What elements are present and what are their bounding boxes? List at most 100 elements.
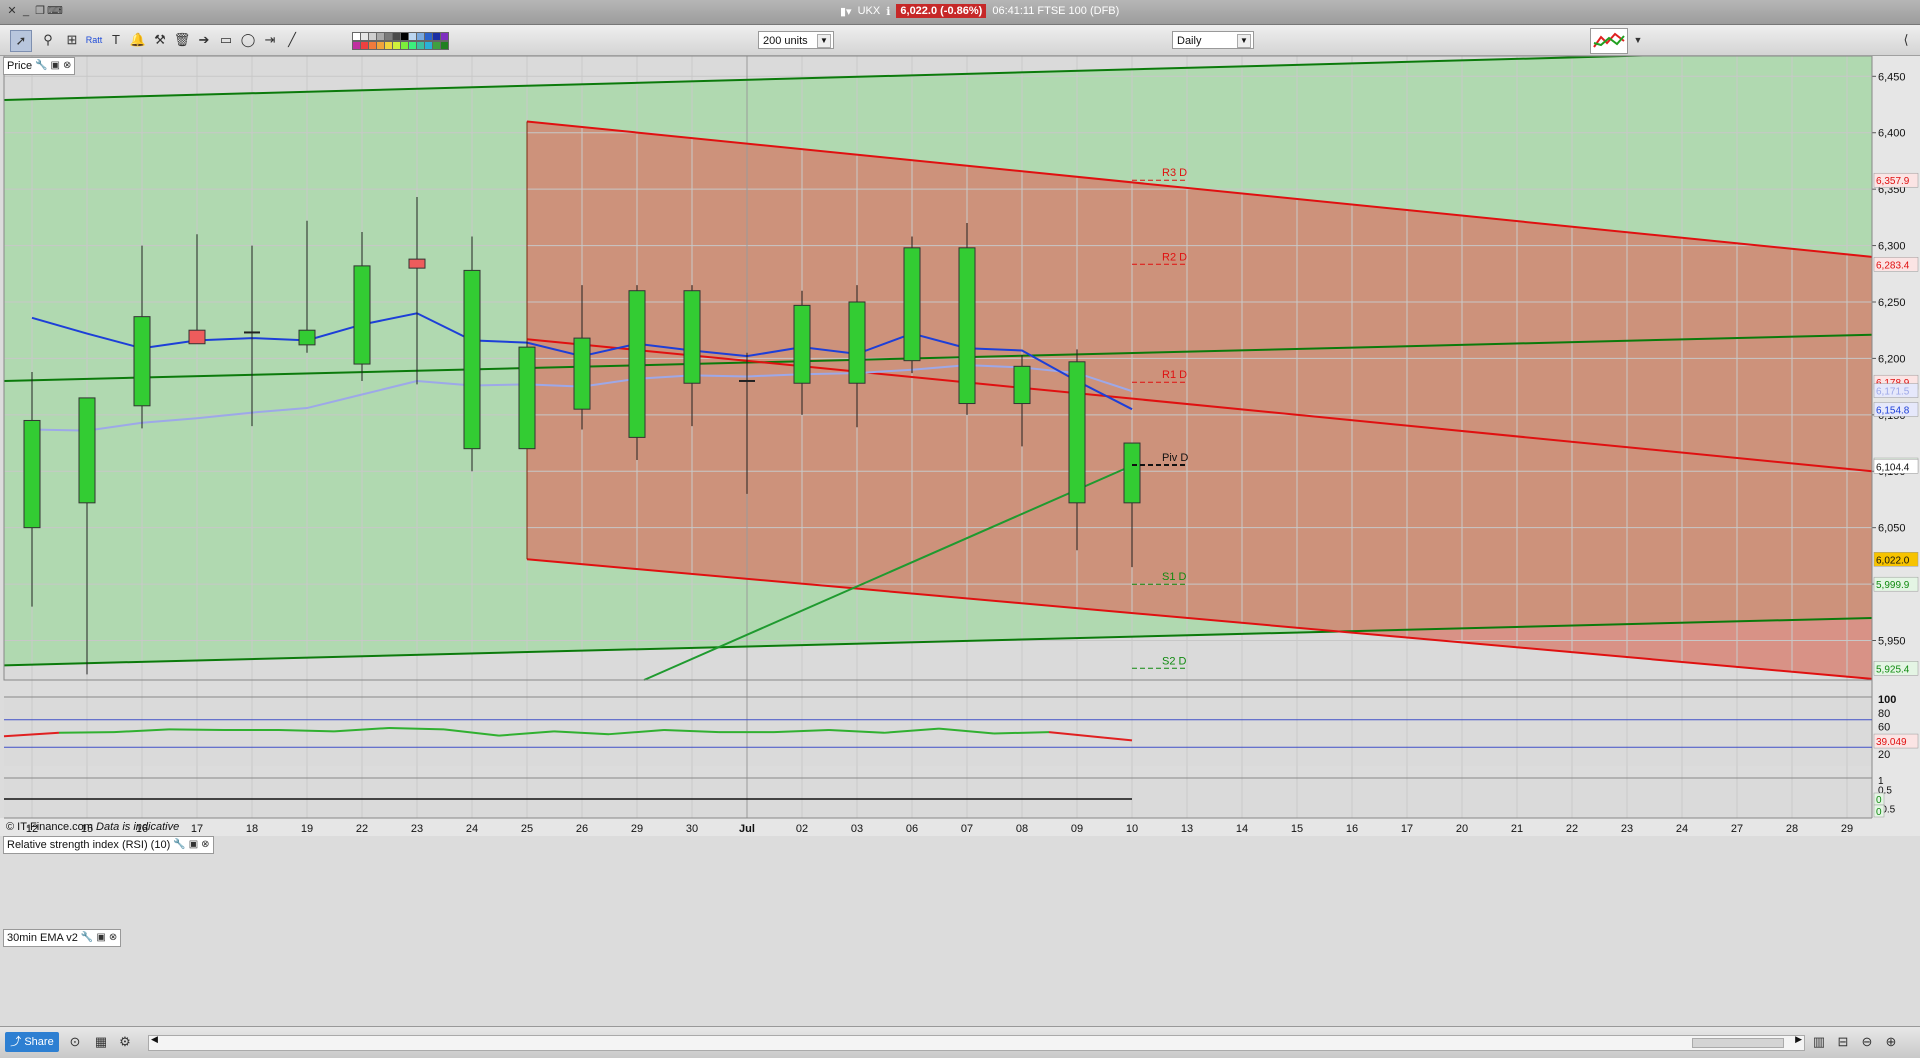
alert-bell-icon[interactable]: 🔔	[128, 30, 148, 50]
pivot-level-label: R1 D	[1162, 369, 1187, 381]
trendline-tool-icon[interactable]: ╱	[282, 30, 302, 50]
zoom-out-icon[interactable]: ⊖	[1858, 1033, 1876, 1051]
keyboard-icon[interactable]: ⌨	[47, 5, 63, 17]
chevron-down-icon: ▼	[1237, 34, 1251, 48]
wrench-icon[interactable]: 🔧	[35, 59, 47, 73]
pointer-tool-icon[interactable]: ➚	[10, 30, 32, 52]
rsi-tick-label: 60	[1878, 722, 1890, 734]
rsi-panel-bg	[4, 699, 1872, 766]
share-icon: ⤴	[10, 1036, 25, 1048]
candle-up	[463, 269, 481, 450]
ellipse-tool-icon[interactable]: ◯	[238, 30, 258, 50]
close-window-icon[interactable]: ✕	[5, 5, 19, 17]
color-swatch[interactable]	[440, 32, 449, 41]
hammer-tool-icon[interactable]: ⚒	[150, 30, 170, 50]
time-tick-label: 18	[246, 823, 258, 835]
time-tick-label: 23	[411, 823, 423, 835]
trash-icon[interactable]: 🗑	[172, 30, 192, 50]
side-panel-toggle-icon[interactable]: ⟨	[1896, 30, 1916, 50]
minimize-window-icon[interactable]: _	[19, 5, 33, 17]
chart-type-chevron-icon[interactable]: ▼	[1628, 30, 1648, 50]
time-tick-label: 26	[576, 823, 588, 835]
instrument-header: ▮▾ UKX ℹ 6,022.0 (-0.86%) 06:41:11 FTSE …	[840, 4, 1119, 18]
copyright-text: © IT-Finance.com	[6, 821, 93, 833]
window-icon[interactable]: ▣	[96, 931, 105, 945]
interval-select[interactable]: Daily ▼	[1172, 31, 1254, 49]
time-tick-label: 22	[1566, 823, 1578, 835]
window-icon[interactable]: ▣	[189, 838, 198, 852]
restore-window-icon[interactable]: ❐	[33, 5, 47, 17]
color-swatch[interactable]	[440, 41, 449, 50]
time-tick-label: 17	[191, 823, 203, 835]
close-panel-icon[interactable]: ⊗	[109, 931, 117, 945]
price-tick-label: 5,950	[1878, 636, 1906, 648]
close-panel-icon[interactable]: ⊗	[201, 838, 209, 852]
info-icon[interactable]: ℹ	[886, 5, 890, 18]
price-tick-label: 6,450	[1878, 71, 1906, 83]
rsi-value-label: 39.049	[1876, 737, 1907, 748]
bottom-bar: ⤴ Share ⊙ ▦ ⚙ ◀ ▶ ▥ ⊟ ⊖ ⊕	[0, 1026, 1920, 1058]
rsi-panel-title: Relative strength index (RSI) (10)	[7, 839, 171, 851]
bar-chart-icon[interactable]: ▥	[1810, 1033, 1828, 1051]
price-tick-label: 6,300	[1878, 241, 1906, 253]
candle-up	[518, 346, 536, 450]
scroll-thumb[interactable]	[1692, 1038, 1784, 1048]
pivot-level-label: S2 D	[1162, 655, 1187, 667]
candle-up	[793, 304, 811, 384]
candle-up	[298, 329, 316, 346]
time-tick-label: Jul	[739, 823, 755, 835]
time-tick-label: 19	[301, 823, 313, 835]
fibonacci-tool-icon[interactable]: ⊞	[62, 30, 82, 50]
zoom-tool-icon[interactable]: ⚲	[38, 30, 58, 50]
close-panel-icon[interactable]: ⊗	[63, 59, 71, 73]
link-icon[interactable]: ⊙	[66, 1033, 84, 1051]
time-scrollbar[interactable]: ◀ ▶	[148, 1034, 1805, 1051]
units-select[interactable]: 200 units ▼	[758, 31, 834, 49]
share-button[interactable]: ⤴ Share	[5, 1032, 59, 1052]
time-tick-label: 15	[1291, 823, 1303, 835]
ema-value-label: 0	[1876, 807, 1882, 818]
chart-toolbar: ➚ ⚲ ⊞ Ratt T 🔔 ⚒ 🗑 ➔ ▭ ◯ ⇥ ╱ 200 units ▼…	[0, 25, 1920, 56]
disclaimer-text: Data is indicative	[96, 821, 180, 833]
candle-up	[1123, 442, 1141, 504]
candle-up	[1068, 361, 1086, 504]
calculator-icon[interactable]: ▦	[92, 1033, 110, 1051]
time-tick-label: 03	[851, 823, 863, 835]
time-tick-label: 20	[1456, 823, 1468, 835]
price-value-label: 5,925.4	[1876, 664, 1910, 675]
scroll-right-icon[interactable]: ▶	[1795, 1034, 1802, 1045]
candle-up	[903, 247, 921, 362]
time-tick-label: 21	[1511, 823, 1523, 835]
window-icon[interactable]: ▣	[51, 59, 60, 73]
price-tick-label: 6,200	[1878, 353, 1906, 365]
horizontal-line-tool-icon[interactable]: ⇥	[260, 30, 280, 50]
candle-up	[683, 290, 701, 384]
arrow-tool-icon[interactable]: ➔	[194, 30, 214, 50]
order-icon[interactable]: ▮▾	[840, 5, 852, 18]
candle-up	[353, 265, 371, 365]
window-titlebar: ✕ _ ❐ ⌨ ▮▾ UKX ℹ 6,022.0 (-0.86%) 06:41:…	[0, 0, 1920, 25]
time-tick-label: 17	[1401, 823, 1413, 835]
ratio-tool[interactable]: Ratt	[84, 30, 104, 50]
instrument-symbol: UKX	[857, 5, 881, 17]
rsi-line-segment	[388, 726, 445, 731]
scroll-left-icon[interactable]: ◀	[151, 1034, 158, 1045]
zoom-in-icon[interactable]: ⊕	[1882, 1033, 1900, 1051]
wrench-icon[interactable]: 🔧	[173, 838, 185, 852]
rsi-line-segment	[993, 731, 1050, 735]
fit-chart-icon[interactable]: ⊟	[1834, 1033, 1852, 1051]
interval-value: Daily	[1177, 35, 1202, 47]
candle-up	[958, 247, 976, 405]
pivot-level-label: R3 D	[1162, 167, 1187, 179]
chart-area[interactable]: R3 DR2 DR1 DPiv DS1 DS2 D6,4506,4006,350…	[0, 56, 1920, 1026]
chart-type-selector[interactable]	[1590, 28, 1628, 54]
rectangle-tool-icon[interactable]: ▭	[216, 30, 236, 50]
settings-icon[interactable]: ⚙	[116, 1033, 134, 1051]
text-tool-icon[interactable]: T	[106, 30, 126, 50]
wrench-icon[interactable]: 🔧	[81, 931, 93, 945]
ema-panel-title: 30min EMA v2	[7, 932, 78, 944]
rsi-line-segment	[168, 728, 225, 732]
candle-down	[188, 329, 206, 345]
candle-up	[23, 419, 41, 529]
price-value-label: 6,283.4	[1876, 260, 1910, 271]
